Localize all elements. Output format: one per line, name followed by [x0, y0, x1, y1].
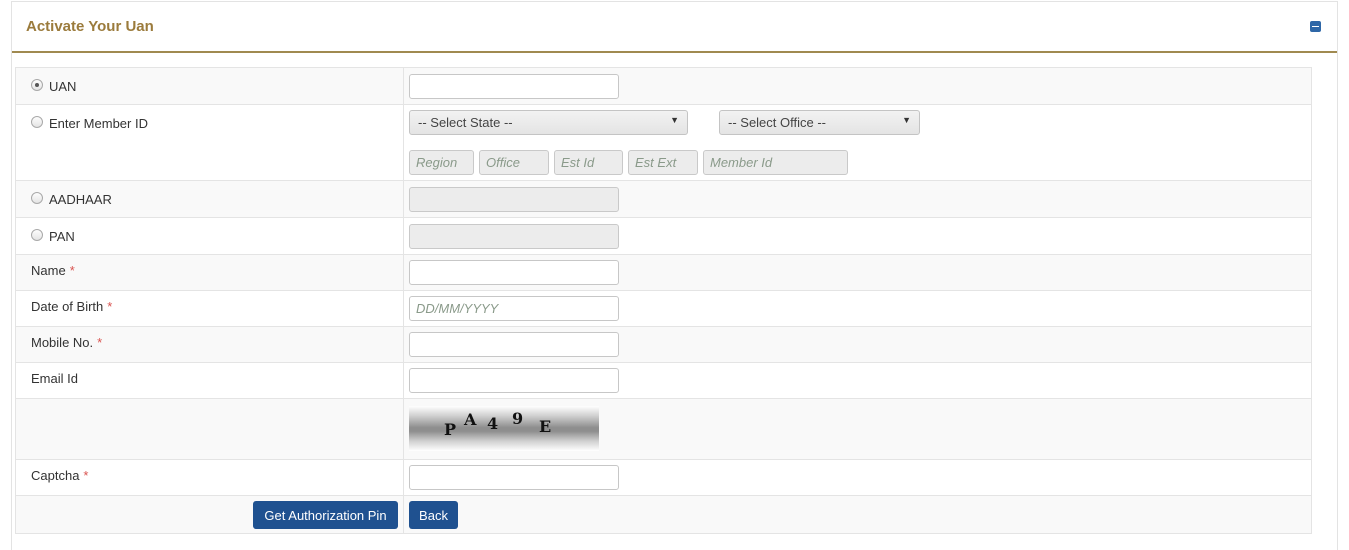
pan-label: PAN: [49, 229, 75, 244]
back-button[interactable]: Back: [409, 501, 458, 529]
get-authorization-pin-button[interactable]: Get Authorization Pin: [253, 501, 398, 529]
member-id-input[interactable]: [703, 150, 848, 175]
required-marker: *: [97, 335, 103, 350]
row-name: Name *: [15, 254, 1312, 291]
row-captcha: Captcha *: [15, 459, 1312, 496]
email-label: Email Id: [31, 371, 78, 386]
row-aadhaar: AADHAAR: [15, 180, 1312, 218]
captcha-char: P: [444, 420, 457, 439]
member-id-radio[interactable]: [31, 116, 43, 128]
captcha-char: 9: [512, 409, 524, 428]
required-marker: *: [107, 299, 113, 314]
row-uan: UAN: [15, 67, 1312, 105]
aadhaar-input[interactable]: [409, 187, 619, 212]
state-select[interactable]: -- Select State -- ▼: [409, 110, 688, 135]
dropdown-arrow-icon: ▼: [670, 115, 679, 125]
row-mobile: Mobile No. *: [15, 326, 1312, 363]
activation-form: UAN Enter Member ID -- Select State -- ▼…: [15, 67, 1312, 534]
row-pan: PAN: [15, 217, 1312, 255]
row-actions: Get Authorization Pin Back: [15, 495, 1312, 534]
uan-radio[interactable]: [31, 79, 43, 91]
aadhaar-radio[interactable]: [31, 192, 43, 204]
row-member-id: Enter Member ID -- Select State -- ▼ -- …: [15, 104, 1312, 181]
aadhaar-label: AADHAAR: [49, 192, 112, 207]
name-label: Name *: [31, 263, 75, 278]
minus-square-icon[interactable]: [1310, 21, 1321, 32]
mobile-input[interactable]: [409, 332, 619, 357]
required-marker: *: [69, 263, 75, 278]
state-select-value: -- Select State --: [418, 115, 513, 130]
row-captcha-image: P A 4 9 E: [15, 398, 1312, 460]
dob-input[interactable]: [409, 296, 619, 321]
dropdown-arrow-icon: ▼: [902, 115, 911, 125]
est-ext-input[interactable]: [628, 150, 698, 175]
uan-label: UAN: [49, 79, 77, 94]
name-input[interactable]: [409, 260, 619, 285]
required-marker: *: [83, 468, 89, 483]
captcha-label: Captcha *: [31, 468, 89, 483]
email-input[interactable]: [409, 368, 619, 393]
member-id-label: Enter Member ID: [49, 116, 148, 131]
captcha-char: E: [539, 417, 552, 436]
captcha-image: P A 4 9 E: [409, 406, 599, 451]
panel-title: Activate Your Uan: [26, 18, 154, 35]
row-dob: Date of Birth *: [15, 290, 1312, 327]
region-input[interactable]: [409, 150, 474, 175]
office-select[interactable]: -- Select Office -- ▼: [719, 110, 920, 135]
panel-header: Activate Your Uan: [12, 2, 1337, 53]
office-select-value: -- Select Office --: [728, 115, 827, 130]
row-email: Email Id: [15, 362, 1312, 399]
uan-input[interactable]: [409, 74, 619, 99]
captcha-char: A: [464, 410, 477, 429]
est-id-input[interactable]: [554, 150, 623, 175]
mobile-label: Mobile No. *: [31, 335, 103, 350]
office-input[interactable]: [479, 150, 549, 175]
dob-label: Date of Birth *: [31, 299, 113, 314]
pan-input[interactable]: [409, 224, 619, 249]
pan-radio[interactable]: [31, 229, 43, 241]
captcha-char: 4: [487, 414, 499, 433]
captcha-input[interactable]: [409, 465, 619, 490]
